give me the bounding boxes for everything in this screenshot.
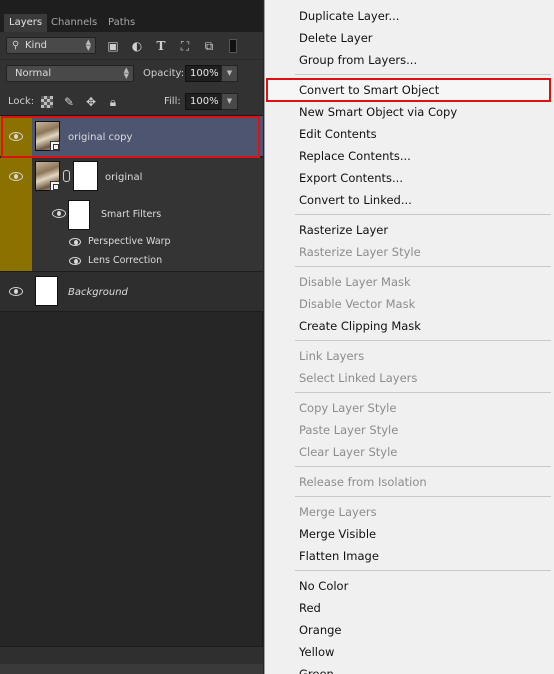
fill-label: Fill:: [164, 96, 181, 107]
filter-item[interactable]: Lens Correction: [88, 255, 162, 266]
lock-label: Lock:: [8, 96, 35, 107]
smart-object-filter-icon[interactable]: ⧉: [199, 36, 219, 56]
menu-separator: [295, 392, 551, 393]
fill-dropdown-button[interactable]: ▼: [221, 93, 238, 110]
layer-name[interactable]: Background: [68, 287, 128, 298]
filter-kind-select[interactable]: ⚲ Kind ▲ ▼: [6, 37, 96, 54]
lock-image-pixels-icon[interactable]: ✎: [60, 93, 78, 111]
opacity-dropdown-button[interactable]: ▼: [221, 65, 238, 82]
layers-list: original copy original Smart Filters Per…: [0, 116, 263, 314]
filter-item[interactable]: Perspective Warp: [88, 236, 171, 247]
opacity-label: Opacity:: [143, 68, 185, 79]
shape-filter-icon[interactable]: ⛶: [175, 36, 195, 56]
layer-row-original[interactable]: original Smart Filters Perspective Warp …: [0, 158, 263, 272]
menu-item-paste-layer-style: Paste Layer Style: [299, 423, 399, 437]
menu-item-delete-layer[interactable]: Delete Layer: [299, 27, 549, 49]
adjustment-filter-icon[interactable]: ◐: [127, 36, 147, 56]
smart-filter-mask-thumbnail[interactable]: [68, 200, 90, 230]
menu-item-merge-layers: Merge Layers: [299, 505, 377, 519]
filter-toggle[interactable]: [229, 39, 237, 53]
lock-transparent-pixels-icon[interactable]: [38, 93, 56, 111]
layer-row-original-copy[interactable]: original copy: [0, 116, 263, 157]
blend-mode-select[interactable]: Normal ▲ ▼: [6, 65, 134, 82]
fill-input[interactable]: 100%: [185, 93, 222, 110]
menu-item-green[interactable]: Green: [299, 663, 549, 674]
menu-item-red[interactable]: Red: [299, 597, 549, 619]
menu-item-select-linked-layers: Select Linked Layers: [299, 371, 418, 385]
menu-item-export-contents[interactable]: Export Contents...: [299, 167, 549, 189]
menu-item-create-clipping-mask[interactable]: Create Clipping Mask: [299, 315, 549, 337]
menu-item-disable-vector-mask: Disable Vector Mask: [299, 297, 416, 311]
blend-mode-value: Normal: [15, 68, 52, 79]
menu-item-disable-layer-mask: Disable Layer Mask: [299, 275, 411, 289]
menu-separator: [295, 466, 551, 467]
layer-row-background[interactable]: Background: [0, 272, 263, 312]
menu-separator: [295, 266, 551, 267]
smart-filters-label[interactable]: Smart Filters: [101, 209, 161, 220]
menu-item-duplicate-layer[interactable]: Duplicate Layer...: [299, 5, 549, 27]
visibility-column: [0, 158, 32, 271]
lock-all-icon[interactable]: 🔒︎: [104, 93, 122, 111]
layer-thumbnail: [35, 276, 58, 306]
menu-separator: [295, 214, 551, 215]
blend-row: Normal ▲ ▼ Opacity: 100% ▼: [0, 60, 263, 88]
eye-icon[interactable]: [69, 238, 81, 246]
select-arrows-icon: ▲ ▼: [85, 38, 91, 52]
opacity-input[interactable]: 100%: [185, 65, 222, 82]
type-filter-icon[interactable]: T: [151, 36, 171, 56]
tab-layers[interactable]: Layers: [4, 14, 48, 32]
menu-item-new-smart-object-via-copy[interactable]: New Smart Object via Copy: [299, 101, 549, 123]
eye-icon[interactable]: [9, 172, 23, 181]
panel-tab-bar: Layers Channels Paths: [0, 0, 263, 32]
menu-item-clear-layer-style: Clear Layer Style: [299, 445, 398, 459]
lock-position-icon[interactable]: ✥: [82, 93, 100, 111]
mask-link-icon[interactable]: [63, 170, 70, 182]
menu-item-replace-contents[interactable]: Replace Contents...: [299, 145, 549, 167]
menu-item-yellow[interactable]: Yellow: [299, 641, 549, 663]
menu-item-rasterize-layer[interactable]: Rasterize Layer: [299, 219, 549, 241]
menu-item-link-layers: Link Layers: [299, 349, 365, 363]
menu-item-release-from-isolation: Release from Isolation: [299, 475, 427, 489]
menu-item-copy-layer-style: Copy Layer Style: [299, 401, 397, 415]
filter-kind-label: Kind: [25, 40, 48, 51]
filter-row: ⚲ Kind ▲ ▼ ▣ ◐ T ⛶ ⧉: [0, 32, 263, 60]
layer-context-menu: Duplicate Layer... Delete Layer Group from…: [264, 0, 554, 674]
menu-item-rasterize-layer-style: Rasterize Layer Style: [299, 245, 421, 259]
image-filter-icon[interactable]: ▣: [103, 36, 123, 56]
layer-thumbnail: [35, 161, 60, 191]
smart-object-badge-icon: [50, 141, 60, 151]
layer-name[interactable]: original: [105, 172, 142, 183]
lock-row: Lock: ✎ ✥ 🔒︎ Fill: 100% ▼: [0, 88, 263, 116]
smart-object-badge-icon: [50, 181, 60, 191]
eye-icon[interactable]: [9, 132, 23, 141]
menu-item-no-color[interactable]: No Color: [299, 575, 549, 597]
visibility-column: [0, 116, 32, 156]
menu-item-orange[interactable]: Orange: [299, 619, 549, 641]
layer-thumbnail: [35, 121, 60, 151]
menu-item-flatten-image[interactable]: Flatten Image: [299, 545, 549, 567]
layer-name[interactable]: original copy: [68, 132, 132, 143]
layers-panel: Layers Channels Paths ⚲ Kind ▲ ▼ ▣ ◐ T ⛶ …: [0, 0, 263, 674]
eye-icon[interactable]: [69, 257, 81, 265]
menu-item-edit-contents[interactable]: Edit Contents: [299, 123, 549, 145]
menu-separator: [295, 74, 551, 75]
mask-thumbnail[interactable]: [73, 161, 98, 191]
tab-paths[interactable]: Paths: [103, 14, 140, 32]
select-arrows-icon: ▲ ▼: [123, 66, 129, 80]
menu-item-group-from-layers[interactable]: Group from Layers...: [299, 49, 549, 71]
eye-icon[interactable]: [9, 287, 23, 296]
menu-item-convert-to-smart-object[interactable]: Convert to Smart Object: [299, 79, 549, 101]
menu-item-merge-visible[interactable]: Merge Visible: [299, 523, 549, 545]
menu-separator: [295, 496, 551, 497]
menu-separator: [295, 340, 551, 341]
search-icon: ⚲: [12, 40, 20, 51]
eye-icon[interactable]: [52, 209, 66, 218]
tab-channels[interactable]: Channels: [46, 14, 102, 32]
menu-separator: [295, 570, 551, 571]
menu-item-convert-to-linked[interactable]: Convert to Linked...: [299, 189, 549, 211]
panel-footer-bar: [0, 664, 263, 674]
